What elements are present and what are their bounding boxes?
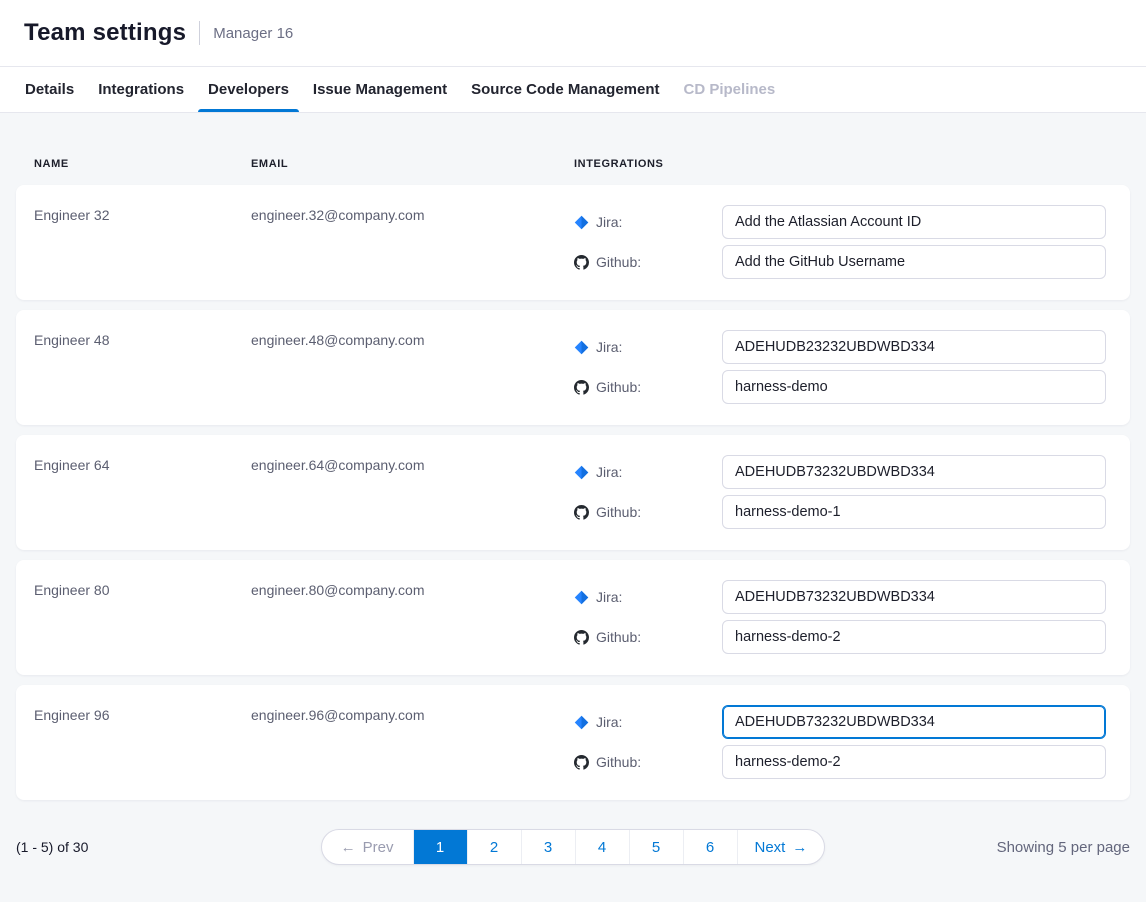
integrations-cell: Jira: Github: xyxy=(574,330,1112,410)
github-icon xyxy=(574,630,589,645)
tab-bar: Details Integrations Developers Issue Ma… xyxy=(0,67,1146,113)
developer-name: Engineer 64 xyxy=(34,455,251,535)
table-column-headers: NAME EMAIL INTEGRATIONS xyxy=(16,113,1130,185)
github-label: Github: xyxy=(574,754,722,770)
developer-name: Engineer 96 xyxy=(34,705,251,785)
column-header-integrations: INTEGRATIONS xyxy=(574,158,1112,185)
jira-label: Jira: xyxy=(574,589,722,605)
developer-email: engineer.32@company.com xyxy=(251,205,574,285)
jira-account-id-input[interactable] xyxy=(722,455,1106,489)
page-button-6[interactable]: 6 xyxy=(683,830,737,864)
jira-icon xyxy=(574,215,589,230)
jira-icon xyxy=(574,465,589,480)
next-page-button[interactable]: Next → xyxy=(737,830,825,864)
page-button-3[interactable]: 3 xyxy=(521,830,575,864)
tab-developers[interactable]: Developers xyxy=(196,67,301,112)
page-header: Team settings Manager 16 xyxy=(0,0,1146,67)
github-username-input[interactable] xyxy=(722,745,1106,779)
tab-details[interactable]: Details xyxy=(13,67,86,112)
developer-email: engineer.48@company.com xyxy=(251,330,574,410)
github-icon xyxy=(574,505,589,520)
developer-name: Engineer 32 xyxy=(34,205,251,285)
github-label: Github: xyxy=(574,629,722,645)
github-label: Github: xyxy=(574,254,722,270)
developer-email: engineer.96@company.com xyxy=(251,705,574,785)
table-row: Engineer 64 engineer.64@company.com Jira… xyxy=(16,435,1130,550)
arrow-right-icon: → xyxy=(792,839,807,856)
developer-email: engineer.80@company.com xyxy=(251,580,574,660)
page-title: Team settings xyxy=(24,19,186,47)
integrations-cell: Jira: Github: xyxy=(574,705,1112,785)
team-name-label: Manager 16 xyxy=(213,25,293,42)
column-header-name: NAME xyxy=(34,158,251,185)
page-button-5[interactable]: 5 xyxy=(629,830,683,864)
pagination: ← Prev 1 2 3 4 5 6 Next → xyxy=(321,829,826,865)
integrations-cell: Jira: Github: xyxy=(574,455,1112,535)
jira-label: Jira: xyxy=(574,714,722,730)
github-label: Github: xyxy=(574,504,722,520)
github-label: Github: xyxy=(574,379,722,395)
github-icon xyxy=(574,380,589,395)
jira-icon xyxy=(574,590,589,605)
github-username-input[interactable] xyxy=(722,620,1106,654)
per-page-label: Showing 5 per page xyxy=(825,839,1130,856)
developer-email: engineer.64@company.com xyxy=(251,455,574,535)
table-row: Engineer 80 engineer.80@company.com Jira… xyxy=(16,560,1130,675)
tab-integrations[interactable]: Integrations xyxy=(86,67,196,112)
prev-page-button[interactable]: ← Prev xyxy=(322,830,413,864)
github-icon xyxy=(574,755,589,770)
jira-account-id-input-focused[interactable] xyxy=(722,705,1106,739)
integrations-cell: Jira: Github: xyxy=(574,205,1112,285)
tab-source-code-management[interactable]: Source Code Management xyxy=(459,67,671,112)
integrations-cell: Jira: Github: xyxy=(574,580,1112,660)
developer-name: Engineer 80 xyxy=(34,580,251,660)
table-row: Engineer 32 engineer.32@company.com Jira… xyxy=(16,185,1130,300)
page-button-4[interactable]: 4 xyxy=(575,830,629,864)
pagination-footer: (1 - 5) of 30 ← Prev 1 2 3 4 5 6 Next → … xyxy=(16,828,1130,866)
arrow-left-icon: ← xyxy=(341,839,356,856)
tab-issue-management[interactable]: Issue Management xyxy=(301,67,459,112)
jira-label: Jira: xyxy=(574,214,722,230)
jira-account-id-input[interactable] xyxy=(722,330,1106,364)
jira-label: Jira: xyxy=(574,339,722,355)
github-username-input[interactable] xyxy=(722,370,1106,404)
jira-icon xyxy=(574,340,589,355)
title-divider xyxy=(199,21,200,45)
page-button-1[interactable]: 1 xyxy=(413,830,467,864)
jira-account-id-input[interactable] xyxy=(722,205,1106,239)
github-username-input[interactable] xyxy=(722,245,1106,279)
page-button-2[interactable]: 2 xyxy=(467,830,521,864)
table-row: Engineer 96 engineer.96@company.com Jira… xyxy=(16,685,1130,800)
jira-icon xyxy=(574,715,589,730)
tab-cd-pipelines: CD Pipelines xyxy=(672,67,788,112)
jira-account-id-input[interactable] xyxy=(722,580,1106,614)
github-username-input[interactable] xyxy=(722,495,1106,529)
result-range-label: (1 - 5) of 30 xyxy=(16,839,321,855)
table-row: Engineer 48 engineer.48@company.com Jira… xyxy=(16,310,1130,425)
column-header-email: EMAIL xyxy=(251,158,574,185)
developer-name: Engineer 48 xyxy=(34,330,251,410)
jira-label: Jira: xyxy=(574,464,722,480)
github-icon xyxy=(574,255,589,270)
